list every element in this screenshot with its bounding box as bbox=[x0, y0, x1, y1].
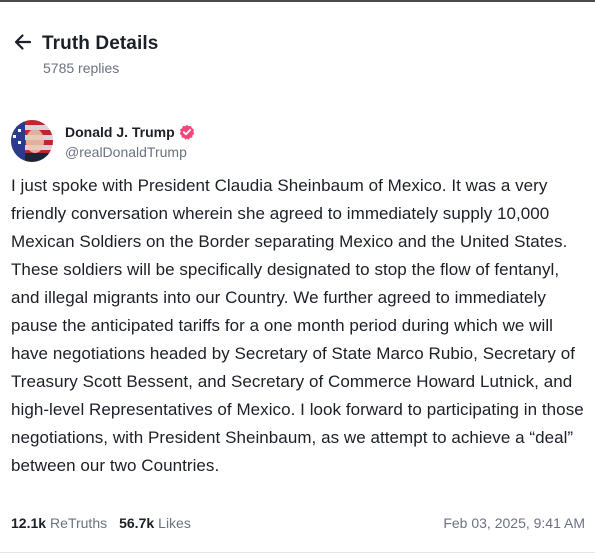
likes-label: Likes bbox=[158, 515, 191, 531]
verified-badge-icon bbox=[179, 124, 195, 140]
author-details: Donald J. Trump @realDonaldTrump bbox=[65, 122, 195, 160]
author-handle[interactable]: @realDonaldTrump bbox=[65, 144, 195, 160]
top-divider bbox=[0, 0, 595, 2]
retruths-stat[interactable]: 12.1k ReTruths bbox=[11, 515, 107, 531]
retruths-label: ReTruths bbox=[50, 515, 108, 531]
post-timestamp: Feb 03, 2025, 9:41 AM bbox=[443, 515, 585, 531]
name-row: Donald J. Trump bbox=[65, 122, 195, 142]
post-stats: 12.1k ReTruths 56.7k Likes Feb 03, 2025,… bbox=[11, 515, 585, 531]
page-header: Truth Details 5785 replies bbox=[11, 31, 158, 76]
likes-stat[interactable]: 56.7k Likes bbox=[119, 515, 191, 531]
avatar[interactable] bbox=[11, 120, 53, 162]
post-author: Donald J. Trump @realDonaldTrump bbox=[11, 120, 195, 162]
header-row: Truth Details bbox=[11, 31, 158, 57]
post-text: I just spoke with President Claudia Shei… bbox=[11, 176, 584, 475]
retruths-count: 12.1k bbox=[11, 515, 47, 531]
page-title: Truth Details bbox=[42, 33, 159, 54]
author-name[interactable]: Donald J. Trump bbox=[65, 124, 175, 140]
back-button[interactable] bbox=[11, 32, 35, 56]
likes-count: 56.7k bbox=[119, 515, 155, 531]
replies-count: 5785 replies bbox=[43, 60, 120, 76]
bottom-divider bbox=[0, 552, 595, 553]
arrow-left-icon bbox=[13, 32, 33, 57]
